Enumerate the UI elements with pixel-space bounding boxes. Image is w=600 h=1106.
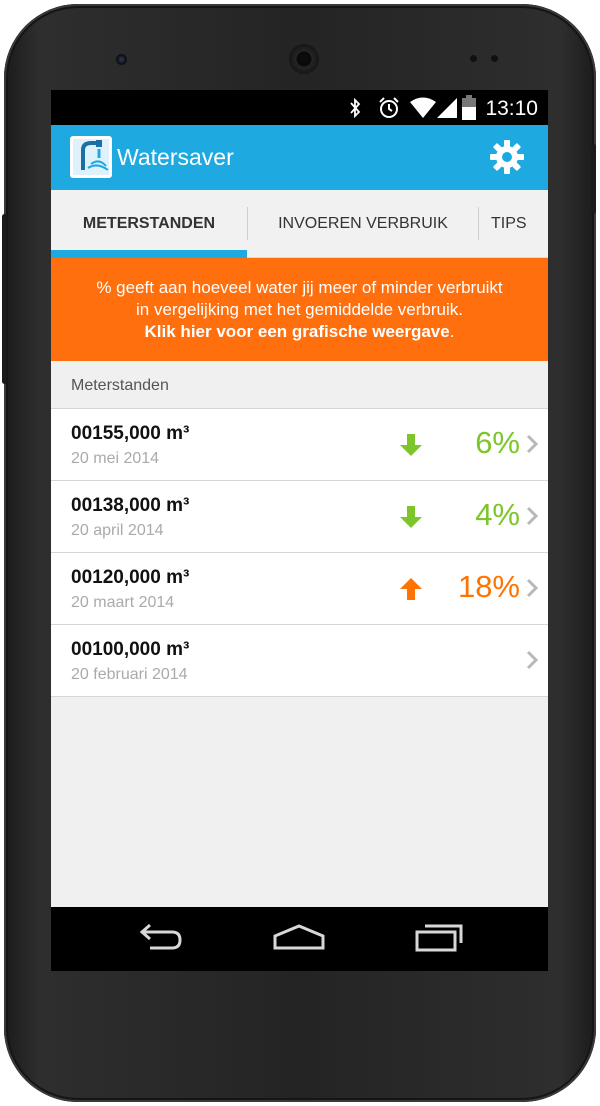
banner-line-3: Klik hier voor een grafische weergave. xyxy=(51,321,548,343)
faucet-icon xyxy=(73,139,109,175)
reading-value: 00120,000 m³ xyxy=(71,567,190,588)
volume-button xyxy=(2,214,7,384)
reading-row[interactable]: 00155,000 m³ 20 mei 2014 6% xyxy=(51,408,548,480)
back-icon[interactable] xyxy=(136,921,186,955)
light-sensor xyxy=(491,55,498,62)
chevron-right-icon xyxy=(526,434,539,454)
reading-value: 00100,000 m³ xyxy=(71,639,190,660)
active-tab-indicator xyxy=(51,250,247,258)
navigation-bar xyxy=(51,907,548,971)
earpiece-speaker xyxy=(289,44,319,74)
banner-link-suffix: . xyxy=(449,322,455,341)
reading-date: 20 maart 2014 xyxy=(71,594,175,611)
tab-divider xyxy=(478,207,479,240)
arrow-down-icon xyxy=(400,506,422,528)
reading-date: 20 april 2014 xyxy=(71,522,164,539)
reading-row[interactable]: 00138,000 m³ 20 april 2014 4% xyxy=(51,480,548,552)
chart-link[interactable]: Klik hier voor een grafische weergave xyxy=(145,322,450,341)
reading-percentage: 18% xyxy=(457,569,520,604)
proximity-sensor xyxy=(470,55,477,62)
arrow-down-icon xyxy=(400,434,422,456)
chevron-right-icon xyxy=(526,650,539,670)
chevron-right-icon xyxy=(526,578,539,598)
reading-percentage: 4% xyxy=(475,497,520,532)
reading-date: 20 februari 2014 xyxy=(71,666,188,683)
tab-invoeren-verbruik[interactable]: INVOEREN VERBRUIK xyxy=(248,190,478,257)
arrow-up-icon xyxy=(400,578,422,600)
power-button xyxy=(591,144,596,214)
chevron-right-icon xyxy=(526,506,539,526)
reading-value: 00138,000 m³ xyxy=(71,495,190,516)
reading-row[interactable]: 00120,000 m³ 20 maart 2014 18% xyxy=(51,552,548,624)
bluetooth-icon xyxy=(350,98,361,118)
info-banner[interactable]: % geeft aan hoeveel water jij meer of mi… xyxy=(51,258,548,361)
tab-tips[interactable]: TIPS xyxy=(491,190,548,257)
settings-gear-icon[interactable] xyxy=(489,139,525,175)
reading-percentage: 6% xyxy=(475,425,520,460)
front-camera xyxy=(116,54,127,65)
alarm-icon xyxy=(379,97,399,118)
action-bar: Watersaver xyxy=(51,125,548,190)
app-title: Watersaver xyxy=(117,144,234,170)
battery-icon xyxy=(462,95,476,120)
status-clock: 13:10 xyxy=(485,97,538,120)
signal-icon xyxy=(437,98,457,118)
recents-icon[interactable] xyxy=(413,921,465,955)
banner-line-1: % geeft aan hoeveel water jij meer of mi… xyxy=(96,278,503,297)
wifi-icon xyxy=(410,97,436,118)
reading-value: 00155,000 m³ xyxy=(71,423,190,444)
home-icon[interactable] xyxy=(271,921,327,955)
tab-meterstanden[interactable]: METERSTANDEN xyxy=(51,190,247,257)
reading-date: 20 mei 2014 xyxy=(71,450,160,467)
tab-bar: METERSTANDEN INVOEREN VERBRUIK TIPS xyxy=(51,190,548,258)
screen: 13:10 Watersaver METERSTANDEN INVOEREN V… xyxy=(51,90,548,971)
section-header: Meterstanden xyxy=(71,377,169,394)
reading-row[interactable]: 00100,000 m³ 20 februari 2014 xyxy=(51,624,548,697)
app-logo xyxy=(70,136,112,178)
banner-line-2: in vergelijking met het gemiddelde verbr… xyxy=(136,300,463,319)
status-bar: 13:10 xyxy=(51,90,548,125)
readings-list: Meterstanden 00155,000 m³ 20 mei 2014 6%… xyxy=(51,361,548,907)
